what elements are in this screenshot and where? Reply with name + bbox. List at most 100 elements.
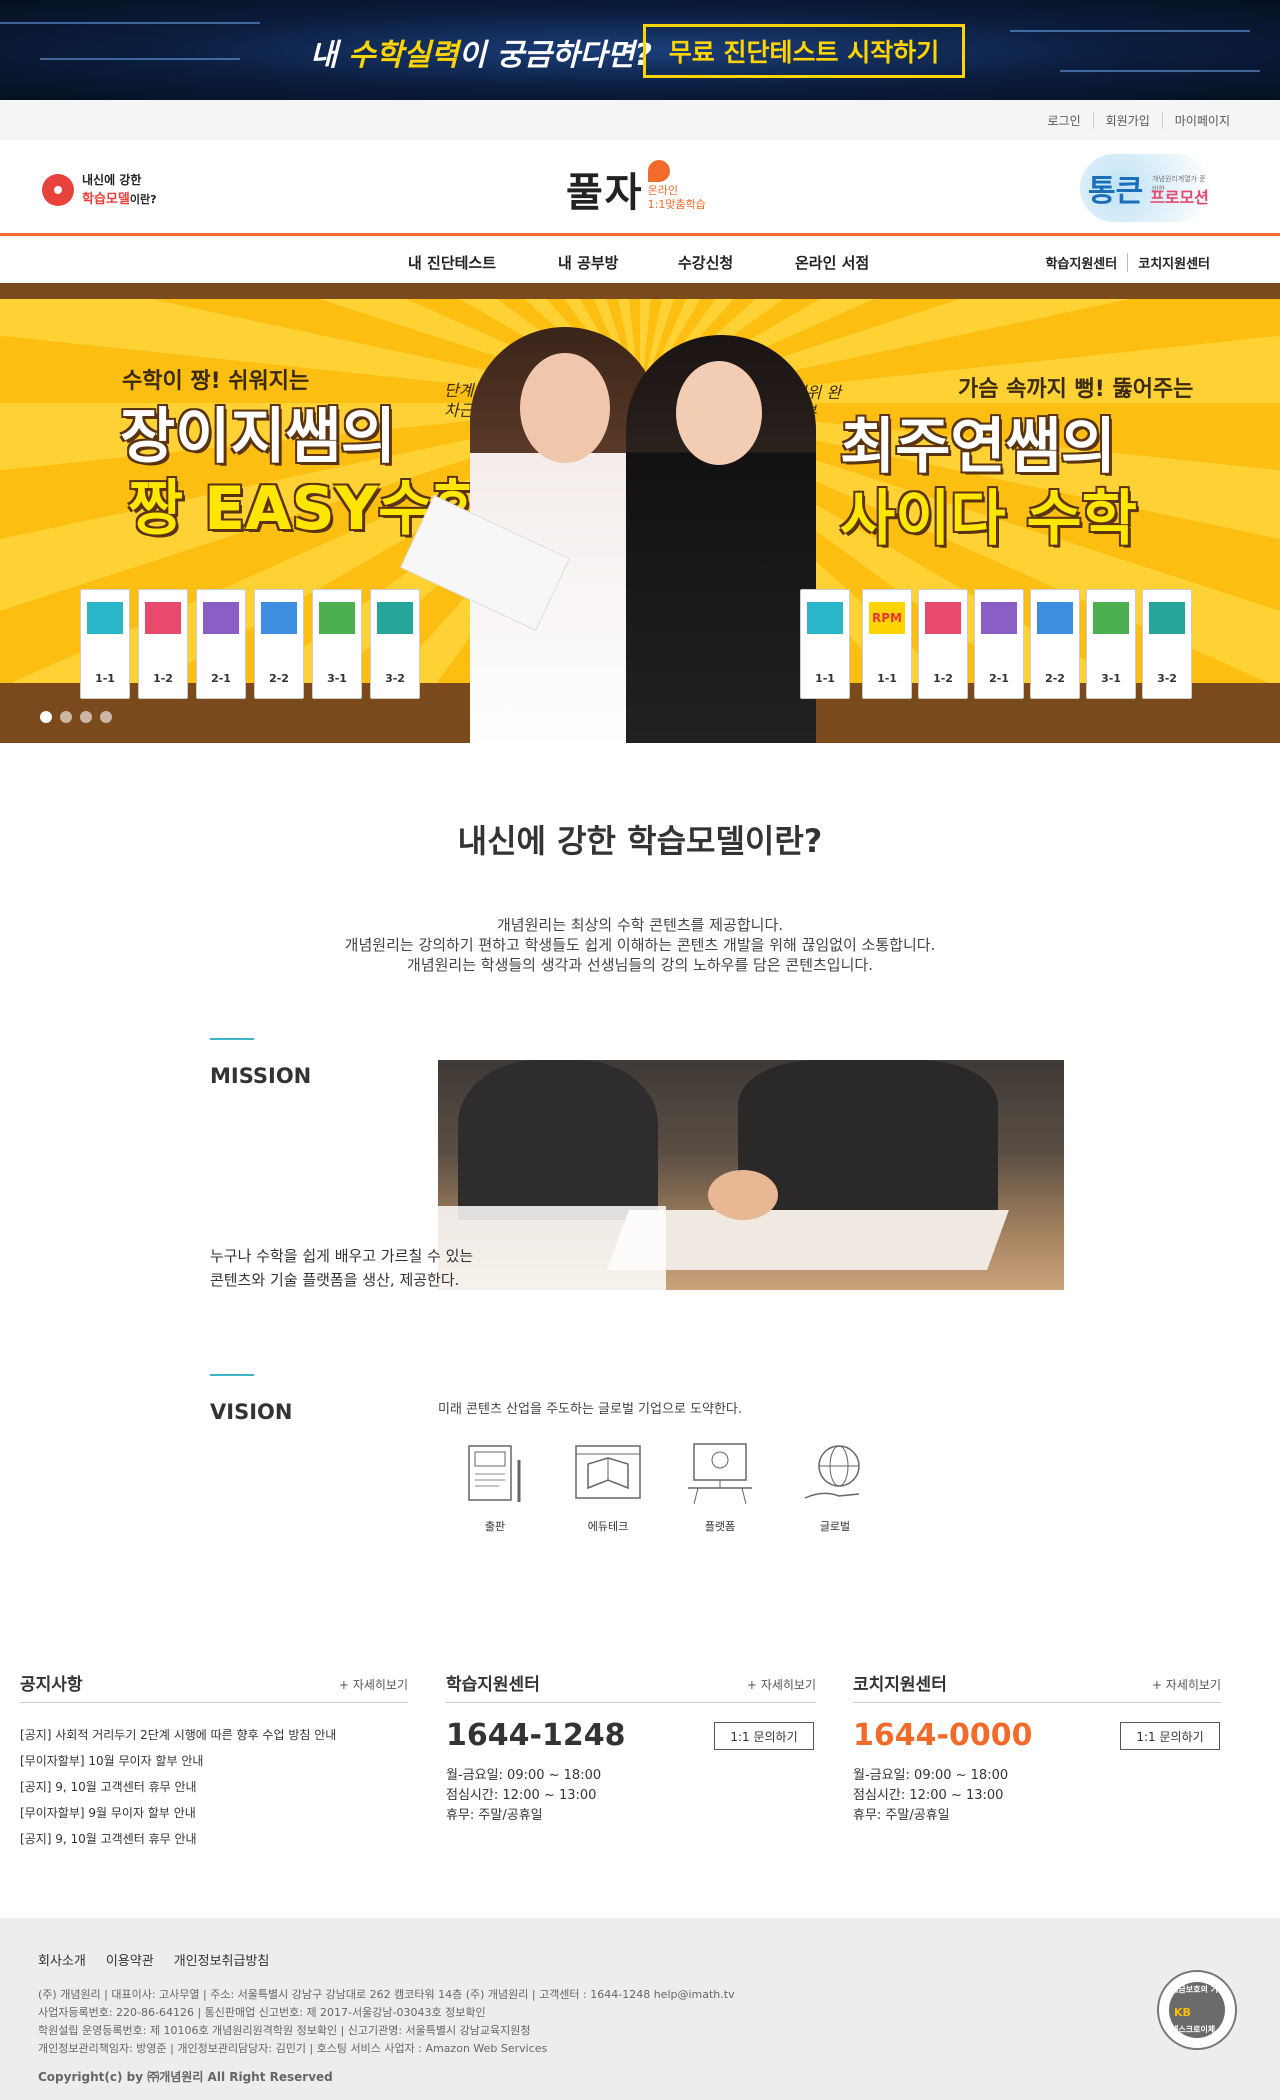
site-header: 내신에 강한 학습모델이란? 풀자 온라인 1:1맞춤학습 개념원리계열가 준비… xyxy=(0,140,1280,236)
promo-streak xyxy=(1060,70,1260,72)
mission-label: MISSION xyxy=(210,1064,312,1088)
intro-description: 개념원리는 최상의 수학 콘텐츠를 제공합니다. 개념원리는 강의하기 편하고 … xyxy=(344,916,936,974)
coach-center-phone: 1644-0000 xyxy=(853,1718,1033,1753)
notice-item[interactable]: [공지] 사회적 거리두기 2단계 시행에 따른 향후 수업 방침 안내 xyxy=(20,1722,336,1748)
notice-section: 공지사항 + 자세히보기 xyxy=(20,1670,408,1703)
notice-more-link[interactable]: + 자세히보기 xyxy=(339,1676,408,1693)
globe-hand-icon xyxy=(799,1440,871,1510)
main-nav: 내 진단테스트 내 공부방 수강신청 온라인 서점 학습지원센터 코치지원센터 xyxy=(0,239,1280,283)
screen-book-icon xyxy=(572,1440,644,1510)
banner-right-subtitle: 사이다 수학 xyxy=(840,484,1137,554)
banner-left-tagline: 수학이 짱! 쉬워지는 xyxy=(122,369,310,394)
promo-bar: 내 수학실력이 궁금하다면? 무료 진단테스트 시작하기 xyxy=(0,0,1280,100)
vision-description: 미래 콘텐츠 산업을 주도하는 글로벌 기업으로 도약한다. xyxy=(438,1402,743,1417)
notice-list: [공지] 사회적 거리두기 2단계 시행에 따른 향후 수업 방침 안내 [무이… xyxy=(20,1722,336,1852)
mission-statement: 누구나 수학을 쉽게 배우고 가르칠 수 있는 콘텐츠와 기술 플랫폼을 생산,… xyxy=(210,1247,474,1289)
banner-dot-1[interactable] xyxy=(40,711,52,723)
logo-text: 풀자 xyxy=(566,170,644,216)
nav-coach-center[interactable]: 코치지원센터 xyxy=(1127,253,1220,272)
learning-center-divider xyxy=(446,1702,816,1703)
book-left-4: 2-2 xyxy=(254,589,304,699)
tongkeun-promotion-badge[interactable]: 개념원리계열가 준비한 통큰 프로모션 xyxy=(1080,154,1210,222)
banner-dot-3[interactable] xyxy=(80,711,92,723)
book-right-6: 3-1 xyxy=(1086,589,1136,699)
kb-escrow-badge[interactable]: 예금보호의 기준 KB 에스크로이체 xyxy=(1157,1970,1237,2050)
footer-company-info: (주) 개념원리 | 대표이사: 고사무열 | 주소: 서울특별시 강남구 강남… xyxy=(38,1988,735,2055)
nav-my-study-room[interactable]: 내 공부방 xyxy=(558,252,618,273)
vision-item-edutech: 에듀테크 xyxy=(568,1440,648,1534)
footer-copyright: Copyright(c) by ㈜개념원리 All Right Reserved xyxy=(38,2070,333,2084)
free-test-button[interactable]: 무료 진단테스트 시작하기 xyxy=(643,24,965,78)
learning-center-hours: 월-금요일: 09:00 ~ 18:00 점심시간: 12:00 ~ 13:00… xyxy=(446,1768,602,1823)
vision-item-global: 글로벌 xyxy=(795,1440,875,1534)
promo-text: 내 수학실력이 궁금하다면? xyxy=(310,38,652,73)
vision-item-publishing: 출판 xyxy=(455,1440,535,1534)
footer-terms-link[interactable]: 이용약관 xyxy=(106,1950,154,1969)
signup-link[interactable]: 회원가입 xyxy=(1092,112,1162,129)
nav-course-registration[interactable]: 수강신청 xyxy=(678,252,733,273)
site-logo[interactable]: 풀자 온라인 1:1맞춤학습 xyxy=(566,160,706,218)
logo-bubble-icon xyxy=(648,160,670,182)
footer-about-link[interactable]: 회사소개 xyxy=(38,1950,86,1969)
teacher-right-face xyxy=(676,361,762,465)
coach-center-more-link[interactable]: + 자세히보기 xyxy=(1152,1676,1221,1693)
vision-label: VISION xyxy=(210,1400,293,1424)
coach-center-inquiry-button[interactable]: 1:1 문의하기 xyxy=(1120,1722,1220,1750)
promo-streak xyxy=(0,22,260,24)
book-right-3: 1-2 xyxy=(918,589,968,699)
coach-center-hours: 월-금요일: 09:00 ~ 18:00 점심시간: 12:00 ~ 13:00… xyxy=(853,1768,1009,1823)
footer-privacy-link[interactable]: 개인정보취급방침 xyxy=(174,1950,270,1969)
banner-pagination xyxy=(40,711,112,723)
book-left-6: 3-2 xyxy=(370,589,420,699)
promo-streak xyxy=(1010,30,1250,32)
book-left-1: 1-1 xyxy=(80,589,130,699)
vision-accent-line xyxy=(210,1374,254,1376)
promo-streak xyxy=(40,58,240,60)
banner-dot-4[interactable] xyxy=(100,711,112,723)
book-right-1: 1-1 xyxy=(800,589,850,699)
banner-dot-2[interactable] xyxy=(60,711,72,723)
nav-my-test[interactable]: 내 진단테스트 xyxy=(408,252,496,273)
learning-center-phone: 1644-1248 xyxy=(446,1718,626,1753)
escrow-caption-top: 예금보호의 기준 xyxy=(1171,1985,1226,1994)
learning-model-link[interactable]: 내신에 강한 학습모델이란? xyxy=(42,172,156,207)
notice-item[interactable]: [공지] 9, 10월 고객센터 휴무 안내 xyxy=(20,1774,336,1800)
escrow-caption-bottom: 에스크로이체 xyxy=(1171,2025,1216,2034)
book-right-rpm: RPM 1-1 xyxy=(862,589,912,699)
book-right-5: 2-2 xyxy=(1030,589,1080,699)
mission-accent-line xyxy=(210,1038,254,1040)
notice-item[interactable]: [무이자할부] 10월 무이자 할부 안내 xyxy=(20,1748,336,1774)
book-left-5: 3-1 xyxy=(312,589,362,699)
promotion-subtitle: 프로모션 xyxy=(1150,188,1209,207)
vision-item-platform: 플랫폼 xyxy=(680,1440,760,1534)
learning-center-inquiry-button[interactable]: 1:1 문의하기 xyxy=(714,1722,814,1750)
site-footer: 회사소개 이용약관 개인정보취급방침 (주) 개념원리 | 대표이사: 고사무열… xyxy=(0,1918,1280,2100)
banner-right-tagline: 가슴 속까지 뻥! 뚫어주는 xyxy=(958,377,1194,402)
banner-right-title: 최주연쌤의 xyxy=(840,412,1116,482)
banner-top-band xyxy=(0,283,1280,299)
book-pen-icon xyxy=(459,1440,531,1510)
notice-item[interactable]: [무이자할부] 9월 무이자 할부 안내 xyxy=(20,1800,336,1826)
logo-subtitle: 온라인 1:1맞춤학습 xyxy=(647,184,706,211)
notice-item[interactable]: [공지] 9, 10월 고객센터 휴무 안내 xyxy=(20,1826,336,1852)
nav-online-bookstore[interactable]: 온라인 서점 xyxy=(795,252,869,273)
notice-divider xyxy=(20,1702,408,1703)
learning-center-section: 학습지원센터 + 자세히보기 xyxy=(446,1670,816,1703)
kb-logo-icon: KB xyxy=(1174,2006,1191,2019)
coach-center-section: 코치지원센터 + 자세히보기 xyxy=(853,1670,1221,1703)
login-link[interactable]: 로그인 xyxy=(1036,112,1093,129)
promotion-title: 통큰 xyxy=(1088,174,1144,209)
model-line2: 학습모델이란? xyxy=(82,192,157,207)
banner-left-title: 장이지쌤의 xyxy=(120,402,396,472)
intro-title: 내신에 강한 학습모델이란? xyxy=(457,822,823,860)
nav-learning-center[interactable]: 학습지원센터 xyxy=(1035,253,1127,272)
learning-center-more-link[interactable]: + 자세히보기 xyxy=(747,1676,816,1693)
book-left-3: 2-1 xyxy=(196,589,246,699)
teacher-left-face xyxy=(520,353,610,463)
model-line1: 내신에 강한 xyxy=(82,173,142,187)
learning-model-icon xyxy=(42,173,74,206)
lightbulb-desk-icon xyxy=(684,1440,756,1510)
utility-nav: 로그인 회원가입 마이페이지 xyxy=(0,100,1280,140)
hero-banner[interactable]: 수학이 짱! 쉬워지는 장이지쌤의 짱 EASY수학 단계별로 차근차근 가슴 … xyxy=(0,283,1280,743)
mypage-link[interactable]: 마이페이지 xyxy=(1161,112,1242,129)
